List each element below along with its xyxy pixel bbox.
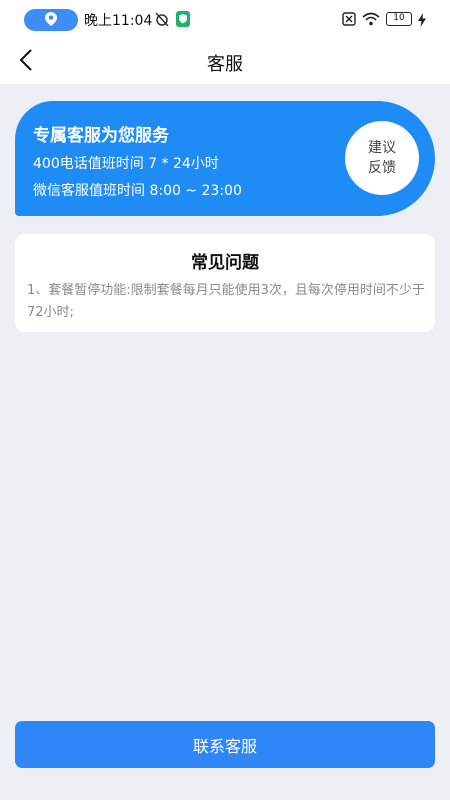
location-icon bbox=[45, 11, 57, 30]
feedback-label-line2: 反馈 bbox=[368, 160, 396, 176]
faq-title: 常见问题 bbox=[191, 253, 259, 273]
page-title: 客服 bbox=[207, 54, 243, 75]
charging-icon bbox=[418, 12, 426, 31]
status-bar: 晚上11:04 10 bbox=[0, 0, 450, 40]
wifi-icon bbox=[362, 11, 380, 30]
battery-icon: 10 bbox=[386, 12, 412, 26]
nav-bar: 客服 bbox=[0, 40, 450, 84]
sim-off-icon bbox=[342, 11, 356, 30]
security-shield-icon bbox=[176, 11, 190, 31]
service-banner: 专属客服为您服务 400电话值班时间 7 * 24小时 微信客服值班时间 8:0… bbox=[15, 101, 435, 216]
faq-item: 1、套餐暂停功能:限制套餐每月只能使用3次，且每次停用时间不少于72小时; bbox=[27, 283, 425, 320]
status-time: 晚上11:04 bbox=[84, 13, 153, 29]
alarm-off-icon bbox=[154, 11, 170, 31]
feedback-button[interactable]: 建议 反馈 bbox=[345, 121, 419, 195]
location-indicator[interactable] bbox=[24, 9, 78, 31]
contact-service-button[interactable]: 联系客服 bbox=[15, 721, 435, 768]
feedback-label-line1: 建议 bbox=[368, 140, 396, 156]
banner-title: 专属客服为您服务 bbox=[33, 126, 169, 146]
faq-card: 常见问题 1、套餐暂停功能:限制套餐每月只能使用3次，且每次停用时间不少于72小… bbox=[15, 234, 435, 332]
phone-hours: 400电话值班时间 7 * 24小时 bbox=[33, 156, 219, 172]
wechat-hours: 微信客服值班时间 8:00 ~ 23:00 bbox=[33, 183, 242, 199]
